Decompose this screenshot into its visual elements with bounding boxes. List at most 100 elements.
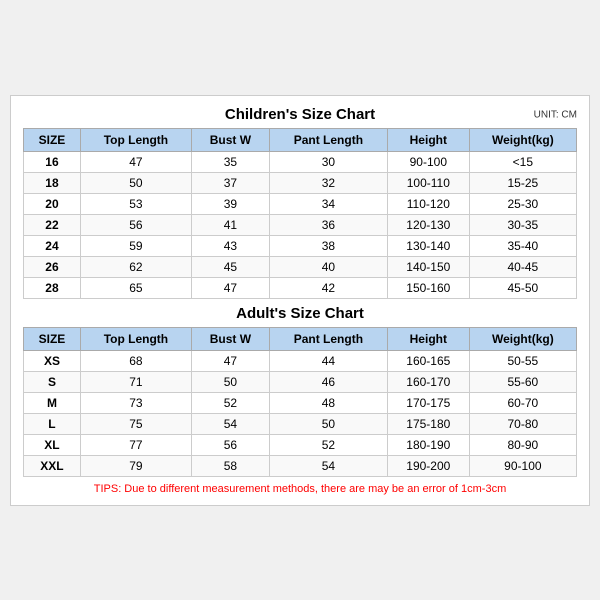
table-cell: 15-25 [469,172,576,193]
table-cell: 22 [24,214,81,235]
table-cell: 28 [24,277,81,298]
table-cell: 38 [269,235,387,256]
table-row: 24594338130-14035-40 [24,235,577,256]
table-cell: 73 [80,392,191,413]
table-row: L755450175-18070-80 [24,413,577,434]
tips-text: TIPS: Due to different measurement metho… [23,483,577,495]
adult-col-header: Height [387,327,469,350]
table-cell: 45 [191,256,269,277]
table-cell: 52 [191,392,269,413]
table-cell: 62 [80,256,191,277]
table-cell: 180-190 [387,434,469,455]
children-col-header: Bust W [191,128,269,151]
adult-col-header: Bust W [191,327,269,350]
adult-col-header: SIZE [24,327,81,350]
table-cell: 160-165 [387,350,469,371]
table-cell: 59 [80,235,191,256]
table-cell: 140-150 [387,256,469,277]
table-cell: 90-100 [387,151,469,172]
table-cell: XL [24,434,81,455]
table-cell: 47 [191,350,269,371]
table-cell: XXL [24,455,81,476]
children-col-header: Top Length [80,128,191,151]
table-cell: 47 [80,151,191,172]
table-cell: 65 [80,277,191,298]
table-cell: 50 [80,172,191,193]
table-cell: 50 [191,371,269,392]
table-cell: 16 [24,151,81,172]
table-cell: 100-110 [387,172,469,193]
table-cell: S [24,371,81,392]
table-cell: 68 [80,350,191,371]
table-cell: 26 [24,256,81,277]
table-cell: 120-130 [387,214,469,235]
table-cell: 58 [191,455,269,476]
table-row: 26624540140-15040-45 [24,256,577,277]
table-cell: 30 [269,151,387,172]
table-cell: 20 [24,193,81,214]
table-row: 22564136120-13030-35 [24,214,577,235]
table-cell: 44 [269,350,387,371]
table-row: XXL795854190-20090-100 [24,455,577,476]
table-cell: 56 [191,434,269,455]
table-cell: 150-160 [387,277,469,298]
table-cell: 53 [80,193,191,214]
table-cell: 41 [191,214,269,235]
table-cell: 18 [24,172,81,193]
table-cell: 71 [80,371,191,392]
table-cell: 37 [191,172,269,193]
table-cell: XS [24,350,81,371]
table-cell: M [24,392,81,413]
children-col-header: SIZE [24,128,81,151]
table-cell: 32 [269,172,387,193]
adult-body: XS684744160-16550-55S715046160-17055-60M… [24,350,577,476]
table-cell: 24 [24,235,81,256]
children-title: Children's Size Chart [225,106,375,123]
table-cell: 45-50 [469,277,576,298]
children-body: 1647353090-100<1518503732100-11015-25205… [24,151,577,298]
table-cell: 47 [191,277,269,298]
table-cell: 34 [269,193,387,214]
children-title-wrapper: Children's Size Chart UNIT: CM [23,106,577,124]
table-row: 28654742150-16045-50 [24,277,577,298]
adult-section: Adult's Size Chart SIZETop LengthBust WP… [23,305,577,477]
table-cell: 30-35 [469,214,576,235]
children-col-header: Pant Length [269,128,387,151]
table-cell: 110-120 [387,193,469,214]
table-row: 18503732100-11015-25 [24,172,577,193]
adult-col-header: Top Length [80,327,191,350]
table-cell: 77 [80,434,191,455]
table-cell: 75 [80,413,191,434]
unit-label: UNIT: CM [534,109,577,120]
children-col-header: Height [387,128,469,151]
table-cell: 170-175 [387,392,469,413]
table-row: 20533934110-12025-30 [24,193,577,214]
table-cell: 54 [191,413,269,434]
table-cell: 54 [269,455,387,476]
table-cell: 175-180 [387,413,469,434]
table-cell: 90-100 [469,455,576,476]
table-cell: 190-200 [387,455,469,476]
table-cell: 160-170 [387,371,469,392]
table-cell: 70-80 [469,413,576,434]
table-row: XL775652180-19080-90 [24,434,577,455]
table-row: M735248170-17560-70 [24,392,577,413]
table-cell: 52 [269,434,387,455]
table-cell: 40 [269,256,387,277]
table-cell: 43 [191,235,269,256]
table-cell: 60-70 [469,392,576,413]
table-cell: L [24,413,81,434]
children-col-header: Weight(kg) [469,128,576,151]
adult-header-row: SIZETop LengthBust WPant LengthHeightWei… [24,327,577,350]
table-cell: 55-60 [469,371,576,392]
table-cell: 40-45 [469,256,576,277]
table-cell: 46 [269,371,387,392]
table-cell: 25-30 [469,193,576,214]
table-cell: 35-40 [469,235,576,256]
table-cell: 48 [269,392,387,413]
table-cell: 42 [269,277,387,298]
table-cell: 79 [80,455,191,476]
children-header-row: SIZETop LengthBust WPant LengthHeightWei… [24,128,577,151]
chart-container: Children's Size Chart UNIT: CM SIZETop L… [10,95,590,506]
table-row: 1647353090-100<15 [24,151,577,172]
